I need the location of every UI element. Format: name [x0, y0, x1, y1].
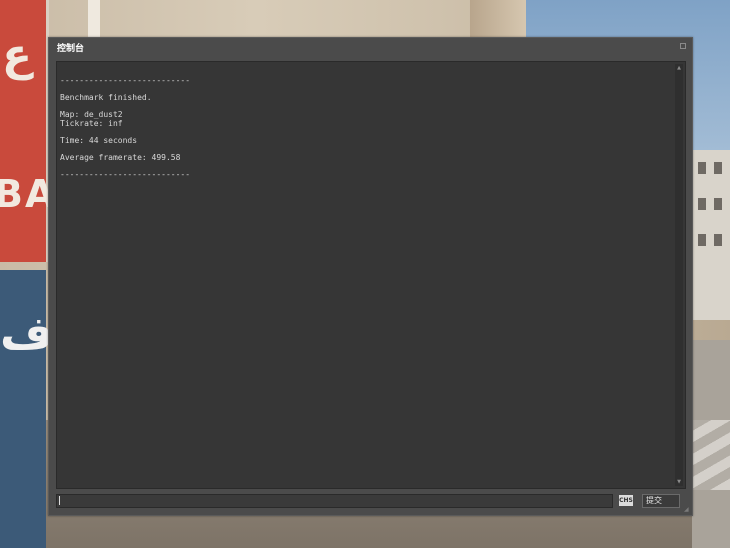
command-input[interactable] — [56, 494, 613, 508]
scroll-down-arrow-icon[interactable]: ▼ — [676, 479, 682, 485]
background-pipe — [88, 0, 100, 40]
building-window — [698, 162, 706, 174]
background-blue-sign: ف — [0, 270, 53, 548]
building-window — [698, 234, 706, 246]
arabic-glyph-icon: ف — [0, 306, 54, 360]
console-title: 控制台 — [57, 44, 85, 54]
resize-grip-icon[interactable]: ◢ — [684, 507, 690, 513]
ime-indicator[interactable]: CHS — [619, 495, 633, 506]
console-line: Map: de_dust2 — [60, 110, 123, 119]
console-line: Benchmark finished. — [60, 93, 152, 102]
scroll-up-arrow-icon[interactable]: ▲ — [676, 65, 682, 71]
console-titlebar[interactable]: 控制台 — [49, 38, 692, 56]
console-line: Average framerate: 499.58 — [60, 152, 181, 162]
console-output: --------------------------- Benchmark fi… — [56, 61, 686, 489]
arabic-glyph-icon: ع — [2, 30, 33, 81]
background-building — [692, 150, 730, 320]
background-curb — [692, 420, 730, 490]
console-line: Time: 44 seconds — [60, 135, 138, 145]
console-line: --------------------------- — [60, 169, 191, 179]
building-window — [714, 234, 722, 246]
close-icon[interactable] — [680, 43, 686, 49]
console-output-text: --------------------------- Benchmark fi… — [60, 76, 660, 179]
text-caret — [59, 496, 60, 505]
command-input-row: CHS 提交 — [56, 494, 686, 508]
background-red-sign: ع BA — [0, 0, 54, 262]
submit-button[interactable]: 提交 — [642, 494, 680, 508]
console-line: --------------------------- — [60, 76, 191, 85]
console-window: 控制台 --------------------------- Benchmar… — [48, 37, 693, 516]
scrollbar[interactable]: ▲ ▼ — [675, 64, 683, 486]
building-window — [714, 162, 722, 174]
building-window — [714, 198, 722, 210]
console-line: Tickrate: inf — [60, 118, 123, 128]
building-window — [698, 198, 706, 210]
